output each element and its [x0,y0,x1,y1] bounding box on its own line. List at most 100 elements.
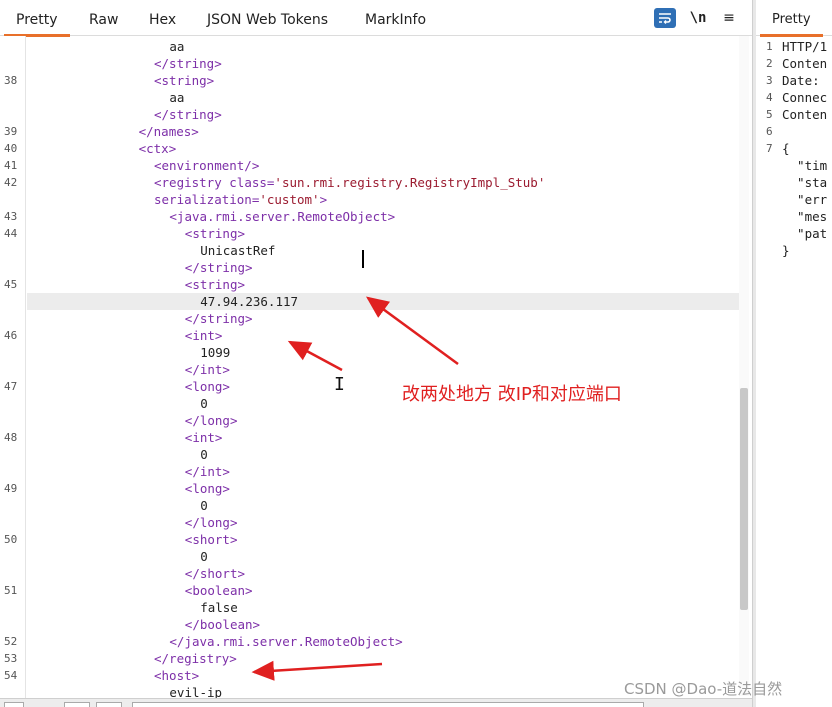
xml-tag: </string> [154,107,222,122]
code-line: 40 <ctx> [0,140,740,157]
xml-tag: </int> [184,362,230,377]
code-line: 44 <string> [0,225,740,242]
code-line: 45 <string> [0,276,740,293]
line-number: 43 [4,210,18,223]
xml-tag: </boolean> [184,617,261,632]
response-line: "tim [756,157,832,174]
code-line: 42 <registry class='sun.rmi.registry.Regi… [0,174,740,191]
line-number: 4 [766,91,773,104]
xml-text: 1099 [200,345,231,360]
code-line: 0 [0,395,740,412]
xml-text: 0 [200,549,208,564]
line-number: 6 [766,125,773,138]
line-number: 50 [4,533,18,546]
code-line: 39 </names> [0,123,740,140]
code-line: 49 <long> [0,480,740,497]
response-text: "mes [782,209,828,224]
code-line: 51 <boolean> [0,582,740,599]
code-line: 43 <java.rmi.server.RemoteObject> [0,208,740,225]
tab-hex[interactable]: Hex [149,0,176,36]
xml-tag: <int> [184,328,223,343]
line-number: 44 [4,227,18,240]
bottom-forward-button[interactable] [96,702,122,707]
xml-tag: <long> [184,379,230,394]
xml-tag: <boolean> [184,583,253,598]
tag-text: > [319,192,328,207]
response-pane: Pretty 1 HTTP/1 2 Conten 3 Date: 4 Connec 5 Cont… [756,0,832,707]
code-line: UnicastRef [0,242,740,259]
tab-raw[interactable]: Raw [89,0,118,36]
response-line: 2 Conten [756,55,832,72]
line-number: 51 [4,584,18,597]
xml-tag: </string> [184,260,253,275]
xml-tag: <int> [184,430,223,445]
response-text: HTTP/1 [782,39,828,54]
text-caret [362,250,364,268]
code-line: </boolean> [0,616,740,633]
response-text: "err [782,192,828,207]
code-line: </string> [0,55,740,72]
wrap-lines-icon[interactable] [654,8,676,28]
request-editor[interactable]: aa </string> 38 <string> aa </string> 39 </name… [0,36,752,698]
xml-tag: <string> [184,277,246,292]
response-line: 5 Conten [756,106,832,123]
line-number: 54 [4,669,18,682]
code-line: 0 [0,446,740,463]
xml-tag: </registry> [154,651,237,666]
code-line: 38 <string> [0,72,740,89]
response-editor[interactable]: 1 HTTP/1 2 Conten 3 Date: 4 Connec 5 Conten 6 7{ "… [756,36,832,698]
code-line: 52 </java.rmi.server.RemoteObject> [0,633,740,650]
response-tab-pretty[interactable]: Pretty [760,0,822,37]
code-line: aa [0,38,740,55]
line-number: 53 [4,652,18,665]
xml-tag: <java.rmi.server.RemoteObject> [169,209,396,224]
xml-tag: </long> [184,515,238,530]
line-number: 38 [4,74,18,87]
response-text: Conten [782,107,828,122]
response-line: 4 Connec [756,89,832,106]
attribute-name: serialization= [154,192,260,207]
code-line: </long> [0,412,740,429]
response-line: "sta [756,174,832,191]
code-line: 0 [0,548,740,565]
xml-tag: <long> [184,481,230,496]
response-line: "mes [756,208,832,225]
xml-text: 47.94.236.117 [200,294,299,309]
code-line: </int> [0,463,740,480]
attribute-value: 'sun.rmi.registry.RegistryImpl_Stub' [274,175,546,190]
code-line: aa [0,89,740,106]
xml-tag: </long> [184,413,238,428]
xml-tag: </java.rmi.server.RemoteObject> [169,634,403,649]
response-line: } [756,242,832,259]
xml-text: aa [169,90,185,105]
bottom-settings-button[interactable] [4,702,24,707]
xml-text: 0 [200,396,208,411]
line-number: 45 [4,278,18,291]
tab-pretty[interactable]: Pretty [4,0,69,37]
tab-json-web-tokens[interactable]: JSON Web Tokens [207,0,328,36]
tab-markinfo[interactable]: MarkInfo [365,0,426,36]
ibeam-cursor-icon: I [334,374,345,395]
xml-tag: <string> [154,73,215,88]
code-line: 0 [0,497,740,514]
response-line: 1 HTTP/1 [756,38,832,55]
line-number: 1 [766,40,773,53]
xml-tag: </short> [184,566,246,581]
code-line: </string> [0,259,740,276]
hamburger-menu-icon[interactable]: ≡ [720,8,738,28]
attribute-name: class= [229,175,275,190]
line-number: 3 [766,74,773,87]
line-number: 46 [4,329,18,342]
response-line: "pat [756,225,832,242]
bottom-search-input[interactable] [132,702,644,707]
code-line: </int> [0,361,740,378]
show-newlines-button[interactable]: \n [688,8,708,28]
code-text: serialization='custom'> [154,191,327,208]
attribute-value: 'custom' [259,192,320,207]
response-line: "err [756,191,832,208]
response-text: "tim [782,158,828,173]
xml-tag: <environment/> [154,158,260,173]
vertical-scrollbar-thumb[interactable] [740,388,748,610]
bottom-back-button[interactable] [64,702,90,707]
xml-tag: </string> [154,56,222,71]
